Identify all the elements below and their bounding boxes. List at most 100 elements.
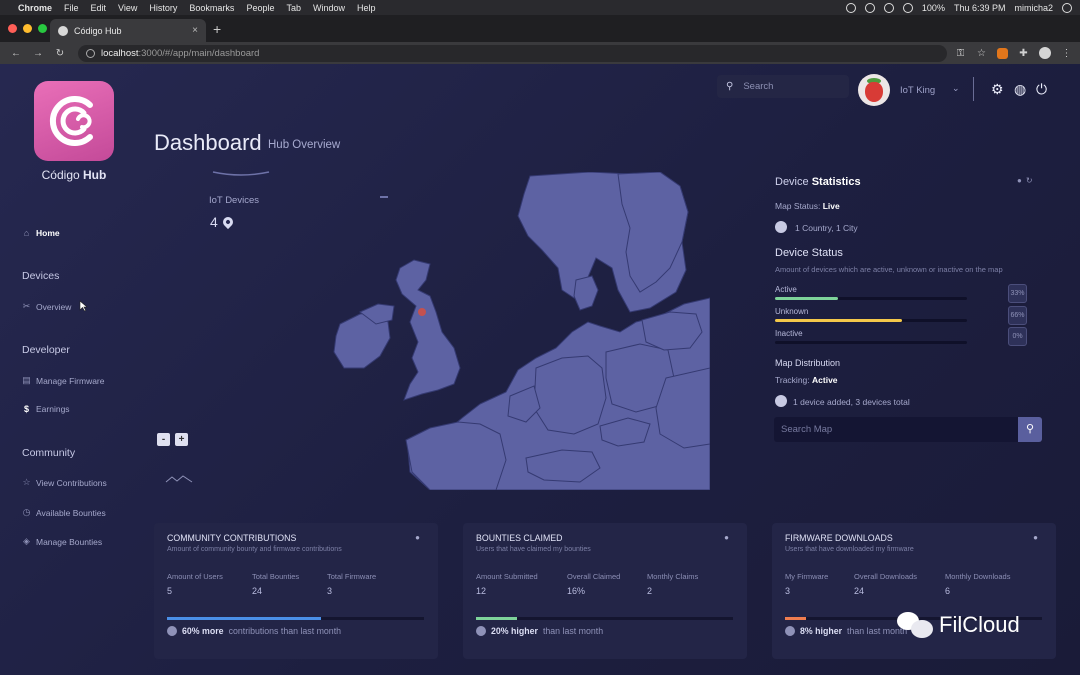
map-zoom-in-button[interactable]: +	[175, 433, 188, 446]
map-region-great-britain	[395, 259, 461, 401]
power-icon[interactable]: ⏻	[1036, 82, 1047, 96]
sidebar-item-manage-firmware[interactable]: ▤ Manage Firmware	[22, 375, 104, 386]
settings-dot-icon[interactable]: ●	[1017, 176, 1026, 185]
stat-label: Total Firmware	[327, 572, 377, 581]
map-region-france	[405, 421, 507, 490]
forward-icon[interactable]: →	[30, 48, 46, 59]
menu-people[interactable]: People	[246, 3, 274, 13]
card-subtitle: Users that have claimed my bounties	[476, 546, 591, 553]
sidebar-heading-developer: Developer	[22, 344, 70, 356]
stat-label: Amount Submitted	[476, 572, 538, 581]
extensions-puzzle-icon[interactable]: ✚	[1018, 48, 1029, 59]
card-title: BOUNTIES CLAIMED	[476, 533, 563, 543]
search-icon: ⚲	[726, 81, 734, 92]
menubar-status-area: 100% Thu 6:39 PM mimicha2	[845, 2, 1072, 13]
bookmark-star-icon[interactable]: ☆	[976, 48, 987, 59]
menu-chrome[interactable]: Chrome	[18, 3, 52, 13]
stat-label: Amount of Users	[167, 572, 223, 581]
sidebar-item-view-contributions[interactable]: ☆ View Contributions	[22, 477, 107, 488]
status-active-percent: 33%	[1008, 284, 1027, 303]
user-name[interactable]: IoT King	[900, 85, 935, 96]
mini-trend-icon	[165, 475, 193, 483]
menu-help[interactable]: Help	[357, 3, 376, 13]
stat-value: 5	[167, 586, 173, 596]
tab-close-icon[interactable]: ×	[192, 25, 198, 36]
card-settings-icon[interactable]: ●	[415, 533, 420, 542]
map-search-box[interactable]	[774, 417, 1019, 442]
brand-name: Código Hub	[26, 168, 122, 182]
map-search-input[interactable]	[781, 424, 1011, 435]
watermark-text: FilCloud	[939, 612, 1020, 637]
window-controls	[8, 24, 47, 33]
menu-window[interactable]: Window	[313, 3, 345, 13]
reload-icon[interactable]: ↻	[52, 48, 68, 59]
card-subtitle: Amount of community bounty and firmware …	[167, 546, 342, 553]
docker-icon[interactable]	[864, 2, 875, 13]
map-search-button[interactable]: ⚲	[1018, 417, 1042, 442]
search-input[interactable]	[743, 81, 834, 92]
strawberry-avatar-icon	[865, 82, 883, 102]
address-bar[interactable]: localhost :3000/#/app/main/dashboard	[78, 44, 947, 62]
filcloud-watermark: FilCloud	[897, 612, 1020, 638]
maximize-window-button[interactable]	[38, 24, 47, 33]
macos-menubar: Chrome File Edit View History Bookmarks …	[0, 0, 1080, 15]
site-info-icon[interactable]	[86, 48, 95, 58]
status-unknown-percent: 66%	[1008, 306, 1027, 325]
menu-view[interactable]: View	[118, 3, 137, 13]
menubar-user[interactable]: mimicha2	[1014, 3, 1053, 13]
globe-icon[interactable]: ◍	[1014, 82, 1026, 96]
browser-tab[interactable]: Código Hub ×	[50, 19, 206, 42]
profile-avatar-icon[interactable]	[1039, 47, 1051, 59]
menu-kebab-icon[interactable]: ⋮	[1061, 48, 1072, 59]
map-region-germany	[533, 355, 607, 435]
menu-history[interactable]: History	[149, 3, 177, 13]
toolbar-actions: ⚿ ☆ ✚ ⋮	[955, 47, 1072, 59]
wifi-icon[interactable]	[902, 2, 913, 13]
distribution-summary: 1 device added, 3 devices total	[793, 397, 910, 407]
iot-devices-value: 4	[210, 214, 218, 230]
user-avatar[interactable]	[858, 74, 890, 106]
sidebar-item-overview[interactable]: ✂ Overview	[22, 301, 72, 312]
minimize-window-button[interactable]	[23, 24, 32, 33]
search-box[interactable]: ⚲	[717, 75, 849, 98]
card-footer: 8% higher than last month	[785, 626, 907, 636]
new-tab-button[interactable]: +	[213, 21, 221, 37]
card-progress-fill	[785, 617, 806, 620]
key-icon[interactable]: ⚿	[955, 48, 966, 59]
menu-bookmarks[interactable]: Bookmarks	[189, 3, 234, 13]
close-window-button[interactable]	[8, 24, 17, 33]
status-unknown-fill	[775, 319, 902, 322]
map-zoom-out-button[interactable]: -	[157, 433, 170, 446]
iot-decor-arc	[212, 171, 270, 176]
sidebar-item-home[interactable]: ⌂ Home	[22, 228, 60, 238]
sidebar-item-manage-bounties[interactable]: ◈ Manage Bounties	[22, 536, 102, 547]
device-marker[interactable]	[418, 308, 426, 316]
sidebar-item-label: View Contributions	[36, 477, 107, 488]
app-root: Código Hub ⌂ Home Devices ✂ Overview Dev…	[0, 64, 1080, 675]
card-settings-icon[interactable]: ●	[724, 533, 729, 542]
bluetooth-icon[interactable]	[883, 2, 894, 13]
metamask-extension-icon[interactable]	[997, 47, 1008, 59]
trend-icon	[785, 626, 795, 636]
scissors-icon: ✂	[22, 301, 31, 311]
sync-icon[interactable]	[845, 2, 856, 13]
sidebar-item-available-bounties[interactable]: ◷ Available Bounties	[22, 507, 106, 518]
back-icon[interactable]: ←	[8, 48, 24, 59]
gear-icon[interactable]: ⚙	[991, 82, 1004, 96]
spotlight-icon[interactable]	[1062, 2, 1072, 13]
app-logo[interactable]	[34, 81, 114, 161]
menu-tab[interactable]: Tab	[286, 3, 301, 13]
card-settings-icon[interactable]: ●	[1033, 533, 1038, 542]
sidebar-item-earnings[interactable]: $ Earnings	[22, 404, 70, 414]
device-status-title: Device Status	[775, 247, 843, 259]
refresh-icon[interactable]: ↻	[1026, 176, 1037, 185]
battery-percent[interactable]: 100%	[922, 3, 945, 13]
menu-edit[interactable]: Edit	[91, 3, 107, 13]
menu-file[interactable]: File	[64, 3, 79, 13]
home-icon: ⌂	[23, 228, 30, 238]
europe-device-map[interactable]	[330, 172, 710, 490]
card-footer: 20% higher than last month	[476, 626, 603, 636]
map-distribution-title: Map Distribution	[775, 358, 841, 368]
menubar-clock[interactable]: Thu 6:39 PM	[954, 3, 1006, 13]
chevron-down-icon[interactable]: ⌄	[952, 83, 960, 94]
